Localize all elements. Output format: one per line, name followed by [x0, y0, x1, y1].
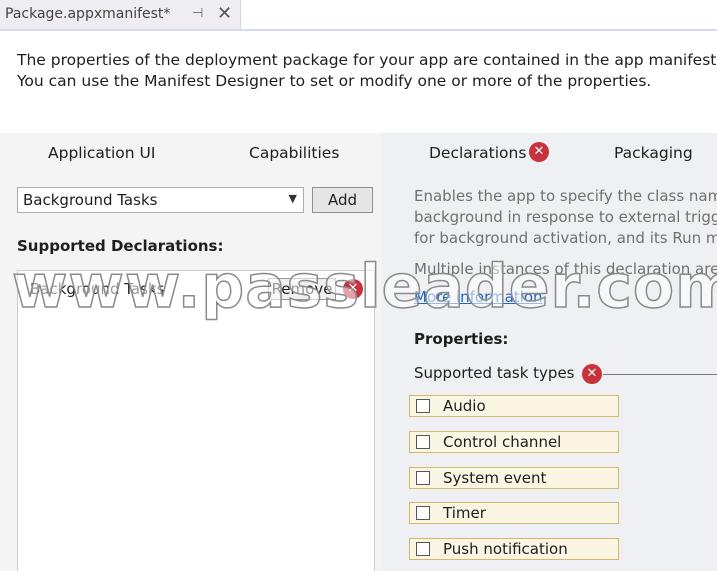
- task-type-audio[interactable]: Audio: [409, 395, 619, 417]
- checkbox-label: Audio: [443, 397, 486, 415]
- tab-application-ui[interactable]: Application UI: [48, 144, 155, 162]
- checkbox[interactable]: [416, 435, 430, 449]
- close-icon[interactable]: ✕: [217, 3, 232, 24]
- group-divider-line: [603, 374, 717, 375]
- declaration-description-line-2: background in response to external trigg: [414, 208, 717, 226]
- checkbox-label: Control channel: [443, 433, 562, 451]
- tab-packaging[interactable]: Packaging: [614, 144, 693, 162]
- pin-icon[interactable]: ⊣: [192, 6, 203, 21]
- task-type-push-notification[interactable]: Push notification: [409, 538, 619, 560]
- tab-capabilities[interactable]: Capabilities: [249, 144, 339, 162]
- tab-declarations[interactable]: Declarations: [429, 144, 526, 162]
- available-declarations-dropdown[interactable]: Background Tasks ▼: [17, 187, 304, 213]
- watermark: www.passleader.com: [11, 251, 717, 323]
- error-icon: ✕: [529, 142, 549, 162]
- checkbox[interactable]: [416, 399, 430, 413]
- checkbox-label: System event: [443, 469, 547, 487]
- error-icon: ✕: [582, 364, 602, 384]
- task-type-control-channel[interactable]: Control channel: [409, 431, 619, 453]
- available-declarations-value: Background Tasks: [23, 191, 158, 209]
- supported-task-types-label: Supported task types: [414, 364, 575, 382]
- manifest-description-line-1: The properties of the deployment package…: [17, 51, 717, 69]
- checkbox-label: Push notification: [443, 540, 568, 558]
- properties-label: Properties:: [414, 330, 509, 348]
- task-type-timer[interactable]: Timer: [409, 502, 619, 524]
- checkbox[interactable]: [416, 471, 430, 485]
- declaration-description-line-3: for background activation, and its Run m: [414, 229, 717, 247]
- task-type-system-event[interactable]: System event: [409, 467, 619, 489]
- manifest-description-line-2: You can use the Manifest Designer to set…: [17, 72, 652, 90]
- document-tab[interactable]: Package.appxmanifest* ⊣ ✕: [0, 0, 241, 29]
- tab-strip-divider: [0, 29, 717, 31]
- declaration-description-line-1: Enables the app to specify the class nam: [414, 187, 717, 205]
- add-declaration-button[interactable]: Add: [312, 187, 373, 213]
- checkbox-label: Timer: [443, 504, 486, 522]
- document-tab-title: Package.appxmanifest*: [5, 6, 171, 22]
- document-tab-bar: Package.appxmanifest* ⊣ ✕: [0, 0, 717, 31]
- checkbox[interactable]: [416, 506, 430, 520]
- dropdown-arrow-icon[interactable]: ▼: [289, 192, 297, 205]
- checkbox[interactable]: [416, 542, 430, 556]
